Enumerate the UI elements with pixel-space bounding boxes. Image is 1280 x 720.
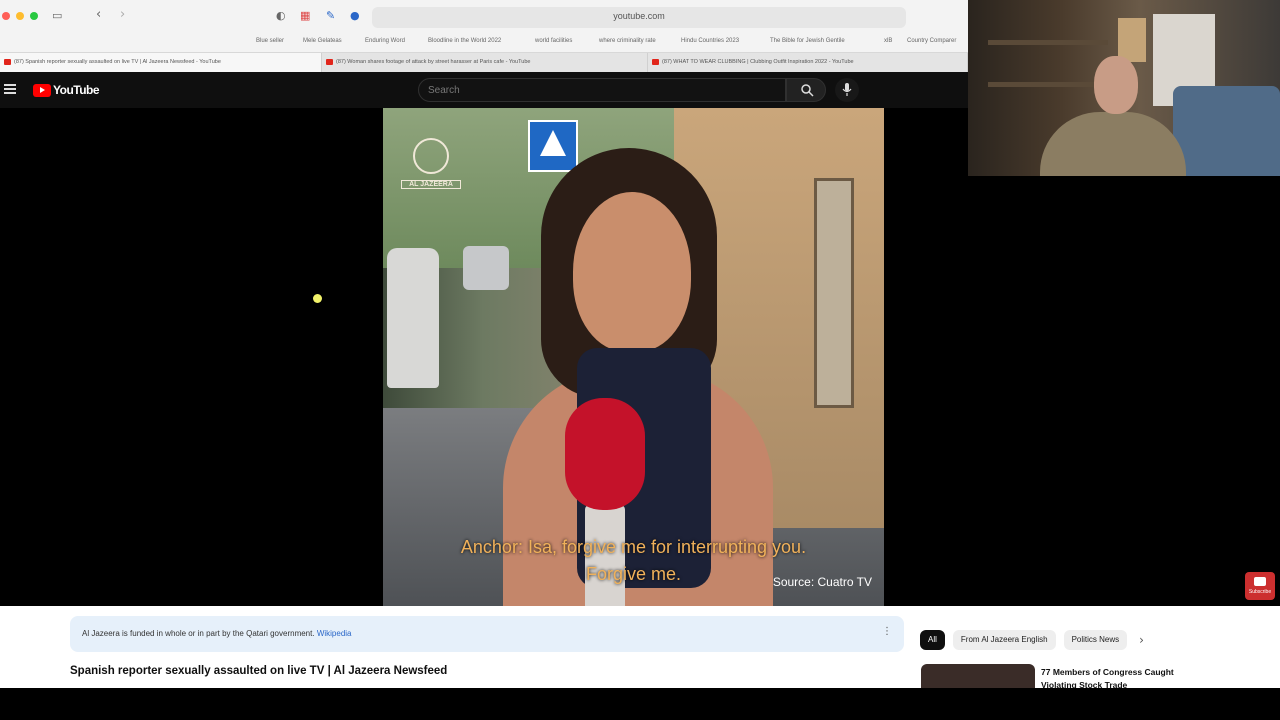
watermark-text: AL JAZEERA bbox=[401, 180, 461, 189]
chip-all[interactable]: All bbox=[920, 630, 945, 650]
subscribe-badge-label: Subscribe bbox=[1248, 589, 1272, 595]
tab-strip: (87) Spanish reporter sexually assaulted… bbox=[0, 52, 968, 73]
reporter-face bbox=[573, 192, 691, 352]
pen-extension-icon[interactable]: ✎ bbox=[326, 9, 335, 22]
menu-icon[interactable] bbox=[4, 84, 16, 94]
search-input[interactable]: Search bbox=[418, 78, 786, 102]
browser-toolbar: ▭ ‹ › ◐ ▦ ✎ ● youtube.com bbox=[0, 0, 968, 34]
bookmark-item[interactable]: The Bible for Jewish Gentile bbox=[770, 38, 845, 44]
bed bbox=[1173, 86, 1280, 176]
bookmark-item[interactable]: Bloodline in the World 2022 bbox=[428, 38, 501, 44]
extension-grid-icon[interactable]: ▦ bbox=[300, 9, 310, 22]
al-jazeera-logo-icon bbox=[413, 138, 449, 174]
zoom-window-button[interactable] bbox=[30, 12, 38, 20]
search-placeholder: Search bbox=[428, 85, 460, 96]
browser-window: ▭ ‹ › ◐ ▦ ✎ ● youtube.com Blue seller Me… bbox=[0, 0, 968, 73]
tab-clubbing-outfit[interactable]: (87) WHAT TO WEAR CLUBBING | Clubbing Ou… bbox=[648, 53, 968, 73]
tab-paris-cafe[interactable]: (87) Woman shares footage of attack by s… bbox=[322, 53, 648, 73]
bookmark-item[interactable]: xlB bbox=[884, 38, 892, 44]
shelf bbox=[988, 82, 1108, 87]
shelf bbox=[988, 40, 1108, 45]
video-title: Spanish reporter sexually assaulted on l… bbox=[70, 665, 448, 677]
chip-from-al-jazeera[interactable]: From Al Jazeera English bbox=[952, 630, 1056, 650]
mouse-cursor bbox=[313, 294, 322, 303]
minimize-window-button[interactable] bbox=[16, 12, 24, 20]
webcam-overlay bbox=[968, 0, 1280, 176]
bookmarks-bar: Blue seller Mele Gelateas Enduring Word … bbox=[0, 34, 968, 52]
video-source-credit: Source: Cuatro TV bbox=[772, 575, 872, 589]
parked-car bbox=[387, 248, 439, 388]
funding-info-text: Al Jazeera is funded in whole or in part… bbox=[82, 629, 352, 638]
bookmark-item[interactable]: Hindu Countries 2023 bbox=[681, 38, 739, 44]
search-icon bbox=[801, 84, 814, 97]
youtube-masthead: YouTube Search bbox=[0, 72, 968, 108]
bookmark-item[interactable]: where criminality rate bbox=[599, 38, 656, 44]
back-icon[interactable]: ‹ bbox=[96, 7, 101, 22]
subtitle-line-1: Anchor: Isa, forgive me for interrupting… bbox=[460, 537, 807, 557]
bookmark-item[interactable]: Mele Gelateas bbox=[303, 38, 342, 44]
wall-poster bbox=[1118, 18, 1146, 62]
tab-label: (87) WHAT TO WEAR CLUBBING | Clubbing Ou… bbox=[662, 59, 854, 65]
letterbox-bar bbox=[0, 688, 1280, 720]
youtube-favicon-icon bbox=[4, 59, 11, 65]
forward-icon[interactable]: › bbox=[120, 7, 125, 22]
address-bar[interactable]: youtube.com bbox=[372, 7, 906, 28]
more-options-icon[interactable]: ⋮ bbox=[882, 626, 892, 637]
bookmark-item[interactable]: Country Comparer bbox=[907, 38, 956, 44]
watch-page-below-player: Al Jazeera is funded in whole or in part… bbox=[0, 606, 1280, 694]
bookmark-item[interactable]: Blue seller bbox=[256, 38, 284, 44]
wikipedia-link[interactable]: Wikipedia bbox=[317, 629, 352, 638]
youtube-play-icon bbox=[33, 83, 51, 97]
channel-watermark: AL JAZEERA bbox=[401, 138, 461, 210]
microphone-icon bbox=[842, 83, 852, 96]
shield-extension-icon[interactable]: ● bbox=[350, 9, 360, 22]
close-window-button[interactable] bbox=[2, 12, 10, 20]
sidebar-icon[interactable]: ▭ bbox=[52, 9, 62, 22]
privacy-icon[interactable]: ◐ bbox=[276, 9, 286, 22]
streamer-head bbox=[1094, 56, 1138, 114]
youtube-favicon-icon bbox=[652, 59, 659, 65]
chip-politics-news[interactable]: Politics News bbox=[1063, 630, 1128, 650]
video-player[interactable]: AL JAZEERA Anchor: Isa, forgive me for i… bbox=[383, 108, 884, 606]
bookmark-item[interactable]: world facilities bbox=[535, 38, 572, 44]
bookmark-item[interactable]: Enduring Word bbox=[365, 38, 405, 44]
screen: ▭ ‹ › ◐ ▦ ✎ ● youtube.com Blue seller Me… bbox=[0, 0, 1280, 720]
voice-search-button[interactable] bbox=[835, 78, 859, 102]
streamer-body bbox=[1040, 112, 1186, 176]
funding-info-label: Al Jazeera is funded in whole or in part… bbox=[82, 629, 315, 638]
recommendation-filter-chips: All From Al Jazeera English Politics New… bbox=[920, 630, 1144, 650]
tab-label: (87) Spanish reporter sexually assaulted… bbox=[14, 59, 221, 65]
building-door bbox=[814, 178, 854, 408]
chevron-right-icon[interactable]: › bbox=[1139, 633, 1144, 647]
address-url: youtube.com bbox=[613, 11, 665, 21]
subscribe-badge[interactable]: Subscribe bbox=[1245, 572, 1275, 600]
youtube-logo[interactable]: YouTube bbox=[33, 83, 100, 97]
tab-spanish-reporter[interactable]: (87) Spanish reporter sexually assaulted… bbox=[0, 53, 322, 73]
youtube-favicon-icon bbox=[326, 59, 333, 65]
funding-info-panel: Al Jazeera is funded in whole or in part… bbox=[70, 616, 904, 652]
search-button[interactable] bbox=[786, 78, 826, 102]
tab-label: (87) Woman shares footage of attack by s… bbox=[336, 59, 531, 65]
window-controls bbox=[2, 12, 38, 20]
logo-text: YouTube bbox=[53, 83, 100, 97]
microphone-head bbox=[565, 398, 645, 510]
